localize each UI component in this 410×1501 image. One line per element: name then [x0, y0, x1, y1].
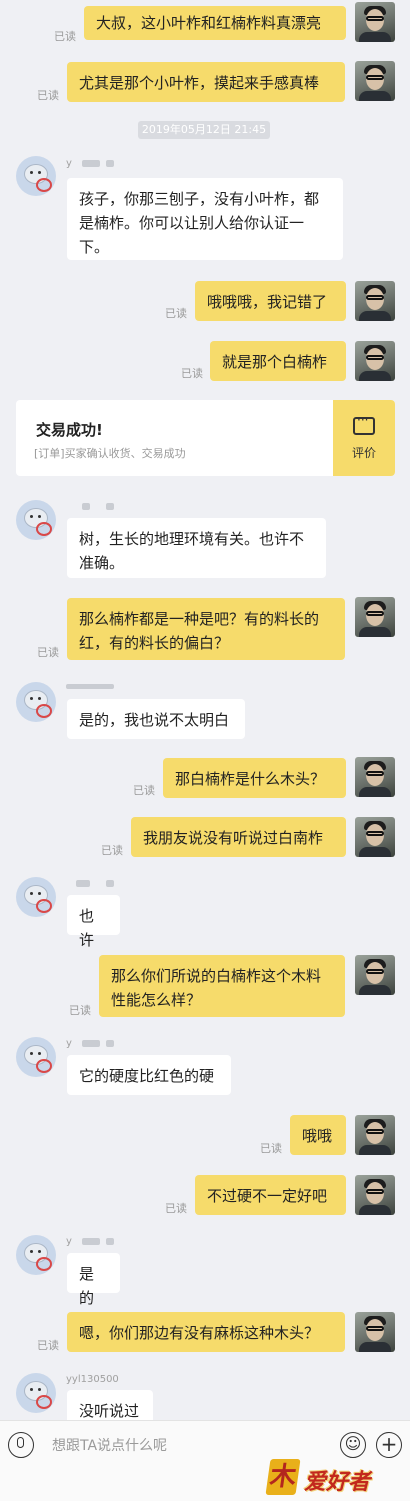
my-avatar[interactable] [355, 61, 395, 101]
order-subtitle: [订单]买家确认收货、交易成功 [34, 447, 186, 460]
contact-avatar[interactable] [16, 1037, 56, 1077]
contact-avatar[interactable] [16, 682, 56, 722]
my-avatar[interactable] [355, 1175, 395, 1215]
nickname-blur [106, 160, 114, 167]
timestamp: 2019年05月12日 21:45 [138, 121, 270, 139]
message-bubble-received[interactable]: 是的，我也说不太明白 [67, 699, 245, 739]
contact-avatar[interactable] [16, 500, 56, 540]
message-bubble-sent[interactable]: 尤其是那个小叶柞，摸起来手感真棒 [67, 62, 345, 102]
order-title: 交易成功! [36, 421, 103, 439]
message-bubble-sent[interactable]: 那么你们所说的白楠柞这个木料性能怎么样？ [99, 955, 345, 1017]
watermark-text: 爱好者 [304, 1470, 371, 1495]
message-bubble-sent[interactable]: 那白楠柞是什么木头？ [163, 758, 346, 798]
message-bubble-received[interactable]: 它的硬度比红色的硬 [67, 1055, 231, 1095]
emoji-icon[interactable]: ☺ [340, 1432, 366, 1458]
contact-avatar[interactable] [16, 1235, 56, 1275]
nickname-blur [82, 1040, 100, 1047]
read-receipt: 已读 [69, 1004, 91, 1017]
input-bar: 想跟TA说点什么呢 ☺ + 木 爱好者 [0, 1420, 410, 1501]
read-receipt: 已读 [165, 307, 187, 320]
message-bubble-sent[interactable]: 我朋友说没有听说过白南柞 [131, 817, 346, 857]
review-label: 评价 [351, 446, 376, 460]
plus-icon[interactable]: + [376, 1432, 402, 1458]
comment-icon [353, 413, 375, 435]
my-avatar[interactable] [355, 597, 395, 637]
message-bubble-sent[interactable]: 大叔，这小叶柞和红楠柞料真漂亮 [84, 6, 346, 40]
my-avatar[interactable] [355, 341, 395, 381]
contact-nickname: yyl130500 [66, 1374, 119, 1385]
nickname-blur [76, 880, 90, 887]
message-bubble-received[interactable]: 树，生长的地理环境有关。也许不准确。 [67, 518, 326, 578]
read-receipt: 已读 [165, 1202, 187, 1215]
nickname-blur [66, 684, 114, 689]
contact-avatar[interactable] [16, 877, 56, 917]
nickname-blur [82, 503, 90, 510]
my-avatar[interactable] [355, 2, 395, 42]
message-bubble-sent[interactable]: 哦哦 [290, 1115, 346, 1155]
my-avatar[interactable] [355, 757, 395, 797]
order-card[interactable]: 交易成功! [订单]买家确认收货、交易成功 评价 [16, 400, 395, 476]
my-avatar[interactable] [355, 1115, 395, 1155]
my-avatar[interactable] [355, 955, 395, 995]
read-receipt: 已读 [260, 1142, 282, 1155]
watermark-mark: 木 [265, 1459, 301, 1495]
message-bubble-received[interactable]: 也许 [67, 895, 120, 949]
contact-nickname: y [66, 158, 72, 169]
message-bubble-received[interactable]: 孩子，你那三刨子，没有小叶柞，都是楠柞。你可以让别人给你认证一下。 [67, 178, 343, 260]
message-bubble-sent[interactable]: 不过硬不一定好吧 [195, 1175, 346, 1215]
read-receipt: 已读 [133, 784, 155, 797]
message-bubble-sent[interactable]: 哦哦哦，我记错了 [195, 281, 346, 321]
message-input[interactable]: 想跟TA说点什么呢 [52, 1435, 167, 1455]
read-receipt: 已读 [37, 89, 59, 102]
read-receipt: 已读 [181, 367, 203, 380]
contact-nickname: y [66, 1236, 72, 1247]
my-avatar[interactable] [355, 1312, 395, 1352]
nickname-blur [106, 1040, 114, 1047]
nickname-blur [82, 160, 100, 167]
nickname-blur [106, 503, 114, 510]
nickname-blur [82, 1238, 100, 1245]
read-receipt: 已读 [101, 844, 123, 857]
microphone-icon[interactable] [8, 1432, 34, 1458]
my-avatar[interactable] [355, 281, 395, 321]
contact-avatar[interactable] [16, 1373, 56, 1413]
contact-avatar[interactable] [16, 156, 56, 196]
watermark-logo: 木 爱好者 [265, 1459, 408, 1499]
read-receipt: 已读 [37, 1339, 59, 1352]
message-bubble-sent[interactable]: 就是那个白楠柞 [210, 341, 346, 381]
contact-nickname: y [66, 1038, 72, 1049]
read-receipt: 已读 [54, 30, 76, 43]
nickname-blur [106, 1238, 114, 1245]
message-bubble-sent[interactable]: 那么楠柞都是一种是吧？有的料长的红，有的料长的偏白？ [67, 598, 345, 660]
review-button[interactable]: 评价 [333, 400, 395, 476]
read-receipt: 已读 [37, 646, 59, 659]
my-avatar[interactable] [355, 817, 395, 857]
message-bubble-sent[interactable]: 嗯，你们那边有没有麻栎这种木头？ [67, 1312, 345, 1352]
nickname-blur [106, 880, 114, 887]
message-bubble-received[interactable]: 是的 [67, 1253, 120, 1307]
